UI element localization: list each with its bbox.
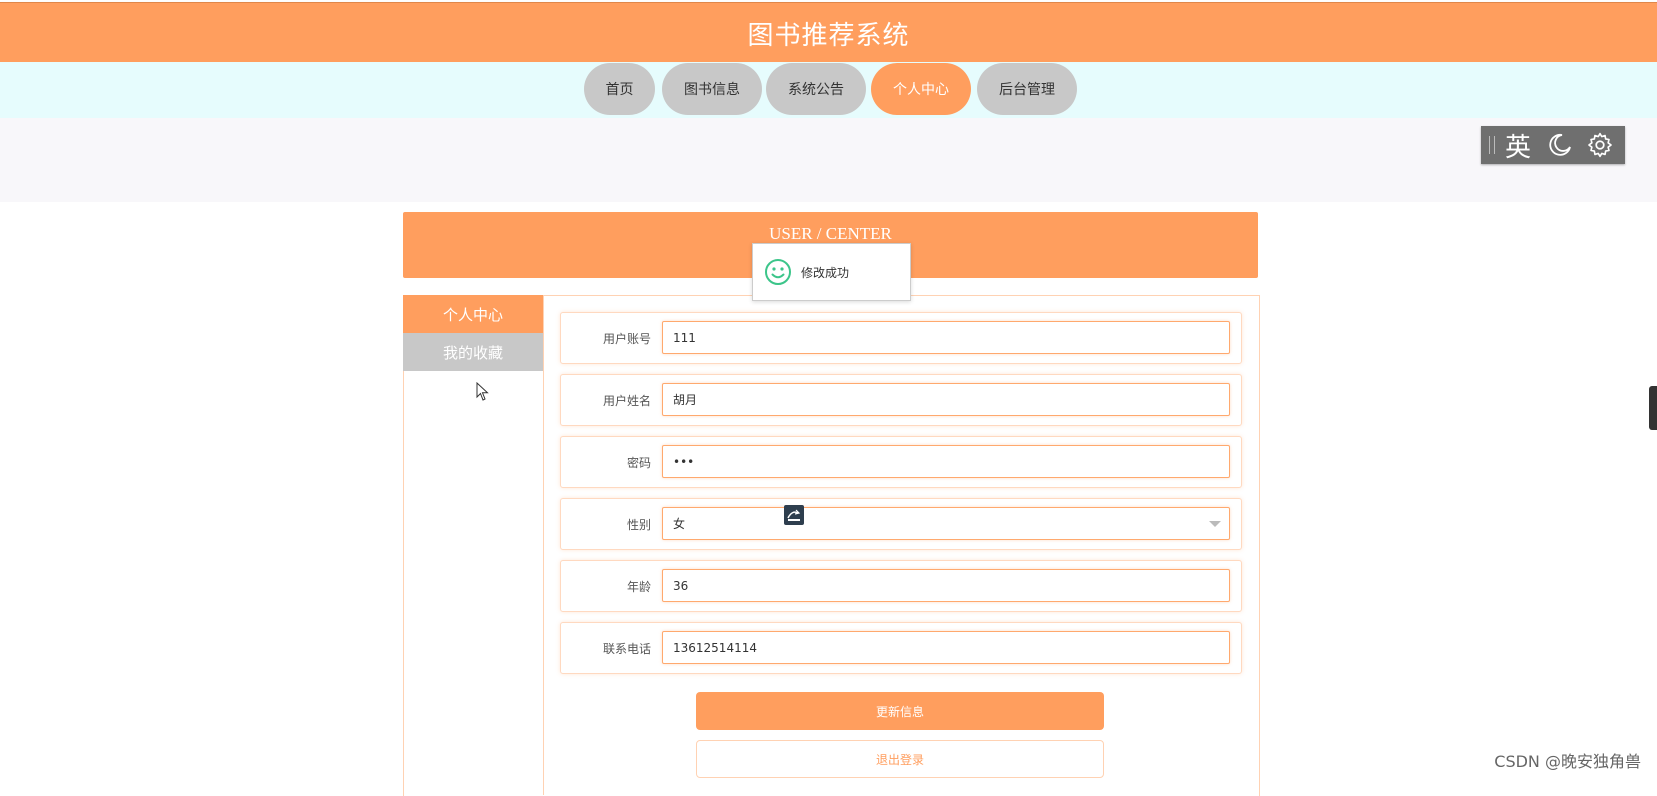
side-drawer-tab[interactable] bbox=[1649, 386, 1657, 430]
nav-item-admin[interactable]: 后台管理 bbox=[977, 63, 1077, 115]
user-sidebar: 个人中心 我的收藏 bbox=[403, 295, 544, 795]
sidebar-item-favorites[interactable]: 我的收藏 bbox=[403, 333, 543, 371]
form-row-password: 密码 ••• bbox=[560, 436, 1242, 488]
top-band bbox=[0, 118, 1657, 202]
nav-item-announcements[interactable]: 系统公告 bbox=[766, 63, 866, 115]
logout-button[interactable]: 退出登录 bbox=[696, 740, 1104, 778]
phone-input[interactable]: 13612514114 bbox=[662, 631, 1230, 664]
password-input[interactable]: ••• bbox=[662, 445, 1230, 478]
drag-handle[interactable] bbox=[1489, 136, 1495, 154]
gender-select-value: 女 bbox=[673, 517, 686, 531]
gender-label: 性别 bbox=[626, 517, 651, 532]
age-label: 年龄 bbox=[626, 579, 651, 594]
name-label: 用户姓名 bbox=[602, 393, 651, 408]
form-row-account: 用户账号 111 bbox=[560, 312, 1242, 364]
site-title: 图书推荐系统 bbox=[747, 20, 910, 51]
chevron-down-icon bbox=[1209, 521, 1221, 527]
mouse-cursor-icon bbox=[476, 382, 489, 401]
moon-icon[interactable] bbox=[1545, 130, 1575, 160]
language-toggle[interactable]: 英 bbox=[1505, 127, 1535, 164]
nav-item-user-center[interactable]: 个人中心 bbox=[871, 63, 971, 115]
phone-label: 联系电话 bbox=[602, 641, 651, 656]
account-input[interactable]: 111 bbox=[662, 321, 1230, 354]
smile-icon bbox=[765, 259, 791, 285]
banner-title: USER / CENTER bbox=[769, 224, 892, 243]
ime-switch-icon bbox=[784, 505, 804, 525]
csdn-watermark: CSDN @晚安独角兽 bbox=[1494, 752, 1641, 771]
form-row-phone: 联系电话 13612514114 bbox=[560, 622, 1242, 674]
update-info-button[interactable]: 更新信息 bbox=[696, 692, 1104, 730]
toast-message: 修改成功 bbox=[801, 265, 850, 280]
main-nav: 首页 图书信息 系统公告 个人中心 后台管理 bbox=[0, 62, 1657, 118]
nav-item-home[interactable]: 首页 bbox=[584, 63, 655, 115]
sidebar-item-user-center[interactable]: 个人中心 bbox=[403, 295, 543, 333]
floating-toolbar: 英 bbox=[1481, 126, 1625, 164]
account-label: 用户账号 bbox=[602, 331, 651, 346]
form-row-age: 年龄 36 bbox=[560, 560, 1242, 612]
age-input[interactable]: 36 bbox=[662, 569, 1230, 602]
nav-item-books[interactable]: 图书信息 bbox=[662, 63, 762, 115]
name-input[interactable]: 胡月 bbox=[662, 383, 1230, 416]
site-header: 图书推荐系统 bbox=[0, 2, 1657, 63]
gear-icon[interactable] bbox=[1585, 130, 1615, 160]
gender-select[interactable]: 女 bbox=[662, 507, 1230, 540]
form-row-gender: 性别 女 bbox=[560, 498, 1242, 550]
form-row-name: 用户姓名 胡月 bbox=[560, 374, 1242, 426]
password-label: 密码 bbox=[626, 455, 651, 470]
success-toast: 修改成功 bbox=[752, 243, 911, 301]
